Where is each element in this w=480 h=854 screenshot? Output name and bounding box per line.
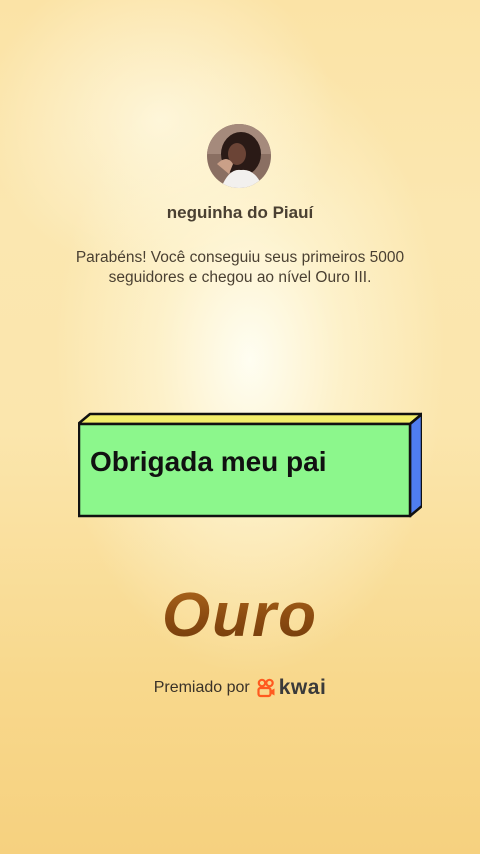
award-label: Premiado por (153, 679, 250, 696)
kwai-logo[interactable]: kwai (256, 676, 327, 700)
avatar-photo (207, 124, 271, 188)
dedication-banner: Obrigada meu pai (78, 412, 422, 520)
kwai-wordmark: kwai (278, 676, 327, 699)
congratulation-message: Parabéns! Você conseguiu seus primeiros … (75, 249, 405, 286)
award-line: Premiado por kwai (0, 676, 480, 700)
level-title: Ouro (0, 580, 480, 651)
username: neguinha do Piauí (166, 203, 314, 222)
banner-text: Obrigada meu pai (90, 446, 327, 477)
avatar[interactable] (207, 124, 271, 188)
kwai-logo-icon (257, 678, 275, 698)
